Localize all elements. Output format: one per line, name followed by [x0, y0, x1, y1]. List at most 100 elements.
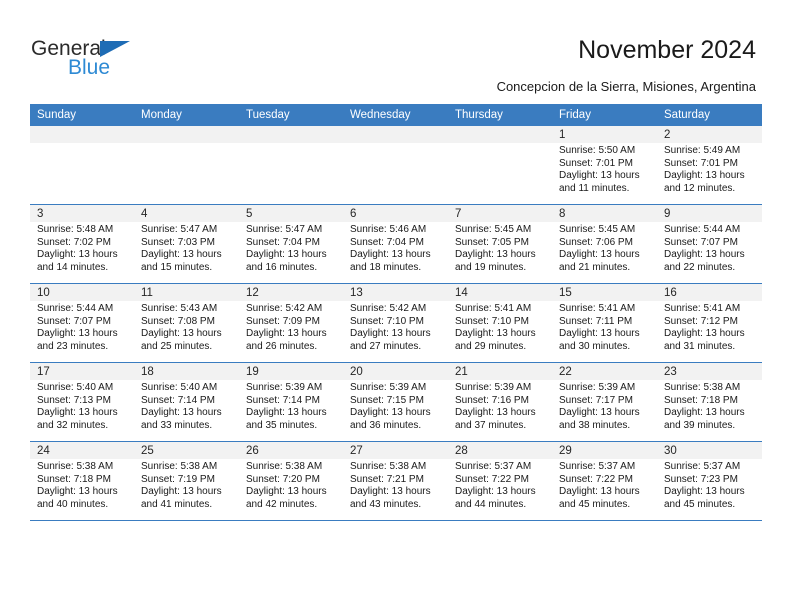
day-cell-inner: 29 Sunrise: 5:37 AM Sunset: 7:22 PM Dayligh… — [552, 442, 657, 520]
calendar-day-cell[interactable]: 8 Sunrise: 5:45 AM Sunset: 7:06 PM Daylight… — [552, 204, 657, 284]
calendar-day-cell[interactable]: 14 Sunrise: 5:41 AM Sunset: 7:10 PM Dayligh… — [448, 283, 552, 363]
daylight-text-line2: and 26 minutes. — [246, 340, 318, 352]
sunset-text: Sunset: 7:17 PM — [559, 394, 633, 406]
sunset-text: Sunset: 7:04 PM — [246, 236, 320, 248]
sunrise-text: Sunrise: 5:42 AM — [350, 303, 427, 314]
day-cell-details: Sunrise: 5:37 AM Sunset: 7:23 PM Daylight:… — [657, 459, 762, 511]
calendar-day-cell[interactable]: 5 Sunrise: 5:47 AM Sunset: 7:04 PM Daylight… — [239, 204, 343, 284]
sunset-text: Sunset: 7:14 PM — [141, 394, 215, 406]
sunset-text: Sunset: 7:08 PM — [141, 315, 215, 327]
sunset-text: Sunset: 7:19 PM — [141, 473, 215, 485]
daylight-text-line2: and 25 minutes. — [141, 340, 213, 352]
calendar-cell-empty — [448, 126, 552, 205]
daylight-text-line1: Daylight: 13 hours — [350, 407, 431, 419]
calendar-day-cell[interactable]: 27 Sunrise: 5:38 AM Sunset: 7:21 PM Dayligh… — [343, 441, 448, 521]
calendar-day-cell[interactable]: 3 Sunrise: 5:48 AM Sunset: 7:02 PM Daylight… — [30, 204, 134, 284]
day-cell-details: Sunrise: 5:38 AM Sunset: 7:18 PM Daylight:… — [30, 459, 134, 511]
calendar-day-cell[interactable]: 26 Sunrise: 5:38 AM Sunset: 7:20 PM Dayligh… — [239, 441, 343, 521]
day-number — [30, 126, 134, 143]
sunrise-text: Sunrise: 5:49 AM — [664, 145, 741, 156]
sunset-text: Sunset: 7:02 PM — [37, 236, 111, 248]
day-cell-inner: 6 Sunrise: 5:46 AM Sunset: 7:04 PM Daylight… — [343, 205, 448, 283]
calendar-body: 1 Sunrise: 5:50 AM Sunset: 7:01 PM Daylight… — [30, 126, 762, 521]
daylight-text-line2: and 19 minutes. — [455, 261, 527, 273]
daylight-text-line2: and 31 minutes. — [664, 340, 736, 352]
calendar-day-cell[interactable]: 6 Sunrise: 5:46 AM Sunset: 7:04 PM Daylight… — [343, 204, 448, 284]
calendar-day-cell[interactable]: 24 Sunrise: 5:38 AM Sunset: 7:18 PM Dayligh… — [30, 441, 134, 521]
daylight-text-line2: and 30 minutes. — [559, 340, 631, 352]
calendar-day-cell[interactable]: 1 Sunrise: 5:50 AM Sunset: 7:01 PM Daylight… — [552, 126, 657, 205]
day-number: 8 — [552, 205, 657, 222]
daylight-text-line1: Daylight: 13 hours — [664, 170, 745, 182]
sunset-text: Sunset: 7:01 PM — [559, 157, 633, 169]
calendar-day-cell[interactable]: 4 Sunrise: 5:47 AM Sunset: 7:03 PM Daylight… — [134, 204, 239, 284]
day-number: 12 — [239, 284, 343, 301]
day-cell-details: Sunrise: 5:38 AM Sunset: 7:21 PM Daylight:… — [343, 459, 448, 511]
calendar-week-row: 10 Sunrise: 5:44 AM Sunset: 7:07 PM Dayligh… — [30, 283, 762, 363]
calendar-day-cell[interactable]: 7 Sunrise: 5:45 AM Sunset: 7:05 PM Daylight… — [448, 204, 552, 284]
sunrise-text: Sunrise: 5:45 AM — [455, 224, 532, 235]
day-number: 17 — [30, 363, 134, 380]
calendar-day-cell[interactable]: 2 Sunrise: 5:49 AM Sunset: 7:01 PM Daylight… — [657, 126, 762, 205]
sunrise-text: Sunrise: 5:38 AM — [664, 382, 741, 393]
day-number: 5 — [239, 205, 343, 222]
calendar-day-cell[interactable]: 13 Sunrise: 5:42 AM Sunset: 7:10 PM Dayligh… — [343, 283, 448, 363]
daylight-text-line2: and 21 minutes. — [559, 261, 631, 273]
calendar-day-cell[interactable]: 29 Sunrise: 5:37 AM Sunset: 7:22 PM Dayligh… — [552, 441, 657, 521]
daylight-text-line1: Daylight: 13 hours — [141, 407, 222, 419]
daylight-text-line2: and 35 minutes. — [246, 419, 318, 431]
calendar-day-cell[interactable]: 18 Sunrise: 5:40 AM Sunset: 7:14 PM Dayligh… — [134, 362, 239, 442]
daylight-text-line2: and 36 minutes. — [350, 419, 422, 431]
calendar-day-cell[interactable]: 12 Sunrise: 5:42 AM Sunset: 7:09 PM Dayligh… — [239, 283, 343, 363]
day-cell-inner: 22 Sunrise: 5:39 AM Sunset: 7:17 PM Dayligh… — [552, 363, 657, 441]
calendar-day-cell[interactable]: 9 Sunrise: 5:44 AM Sunset: 7:07 PM Daylight… — [657, 204, 762, 284]
daylight-text-line2: and 27 minutes. — [350, 340, 422, 352]
sunrise-text: Sunrise: 5:39 AM — [350, 382, 427, 393]
day-number: 23 — [657, 363, 762, 380]
sunrise-text: Sunrise: 5:40 AM — [37, 382, 114, 393]
day-number: 18 — [134, 363, 239, 380]
calendar-day-cell[interactable]: 11 Sunrise: 5:43 AM Sunset: 7:08 PM Dayligh… — [134, 283, 239, 363]
day-cell-details: Sunrise: 5:38 AM Sunset: 7:19 PM Daylight:… — [134, 459, 239, 511]
day-number — [134, 126, 239, 143]
day-cell-inner: 28 Sunrise: 5:37 AM Sunset: 7:22 PM Dayligh… — [448, 442, 552, 520]
calendar-day-cell[interactable]: 30 Sunrise: 5:37 AM Sunset: 7:23 PM Dayligh… — [657, 441, 762, 521]
calendar-day-cell[interactable]: 10 Sunrise: 5:44 AM Sunset: 7:07 PM Dayligh… — [30, 283, 134, 363]
daylight-text-line1: Daylight: 13 hours — [350, 486, 431, 498]
general-blue-logo[interactable]: General Blue — [31, 38, 161, 84]
day-cell-inner: 12 Sunrise: 5:42 AM Sunset: 7:09 PM Dayligh… — [239, 284, 343, 362]
calendar-day-cell[interactable]: 28 Sunrise: 5:37 AM Sunset: 7:22 PM Dayligh… — [448, 441, 552, 521]
calendar-day-cell[interactable]: 25 Sunrise: 5:38 AM Sunset: 7:19 PM Dayligh… — [134, 441, 239, 521]
day-cell-details: Sunrise: 5:42 AM Sunset: 7:09 PM Daylight:… — [239, 301, 343, 353]
sunrise-text: Sunrise: 5:46 AM — [350, 224, 427, 235]
sunrise-text: Sunrise: 5:37 AM — [559, 461, 636, 472]
sunset-text: Sunset: 7:12 PM — [664, 315, 738, 327]
day-cell-details: Sunrise: 5:47 AM Sunset: 7:03 PM Daylight:… — [134, 222, 239, 274]
weekday-header-thursday: Thursday — [448, 104, 552, 126]
calendar-day-cell[interactable]: 23 Sunrise: 5:38 AM Sunset: 7:18 PM Dayligh… — [657, 362, 762, 442]
day-number: 7 — [448, 205, 552, 222]
sunrise-text: Sunrise: 5:39 AM — [559, 382, 636, 393]
day-cell-inner: 25 Sunrise: 5:38 AM Sunset: 7:19 PM Dayligh… — [134, 442, 239, 520]
calendar-day-cell[interactable]: 15 Sunrise: 5:41 AM Sunset: 7:11 PM Dayligh… — [552, 283, 657, 363]
daylight-text-line1: Daylight: 13 hours — [664, 249, 745, 261]
calendar-day-cell[interactable]: 19 Sunrise: 5:39 AM Sunset: 7:14 PM Dayligh… — [239, 362, 343, 442]
day-cell-inner: 27 Sunrise: 5:38 AM Sunset: 7:21 PM Dayligh… — [343, 442, 448, 520]
sunrise-text: Sunrise: 5:41 AM — [664, 303, 741, 314]
day-number: 2 — [657, 126, 762, 143]
day-number: 10 — [30, 284, 134, 301]
calendar-cell-empty — [30, 126, 134, 205]
daylight-text-line2: and 16 minutes. — [246, 261, 318, 273]
sunrise-text: Sunrise: 5:39 AM — [246, 382, 323, 393]
calendar-day-cell[interactable]: 21 Sunrise: 5:39 AM Sunset: 7:16 PM Dayligh… — [448, 362, 552, 442]
calendar-day-cell[interactable]: 20 Sunrise: 5:39 AM Sunset: 7:15 PM Dayligh… — [343, 362, 448, 442]
daylight-text-line2: and 37 minutes. — [455, 419, 527, 431]
sunrise-text: Sunrise: 5:38 AM — [246, 461, 323, 472]
calendar-day-cell[interactable]: 22 Sunrise: 5:39 AM Sunset: 7:17 PM Dayligh… — [552, 362, 657, 442]
calendar-day-cell[interactable]: 17 Sunrise: 5:40 AM Sunset: 7:13 PM Dayligh… — [30, 362, 134, 442]
sunrise-text: Sunrise: 5:44 AM — [664, 224, 741, 235]
calendar-day-cell[interactable]: 16 Sunrise: 5:41 AM Sunset: 7:12 PM Dayligh… — [657, 283, 762, 363]
sunset-text: Sunset: 7:18 PM — [664, 394, 738, 406]
day-cell-inner: 11 Sunrise: 5:43 AM Sunset: 7:08 PM Dayligh… — [134, 284, 239, 362]
daylight-text-line1: Daylight: 13 hours — [350, 249, 431, 261]
